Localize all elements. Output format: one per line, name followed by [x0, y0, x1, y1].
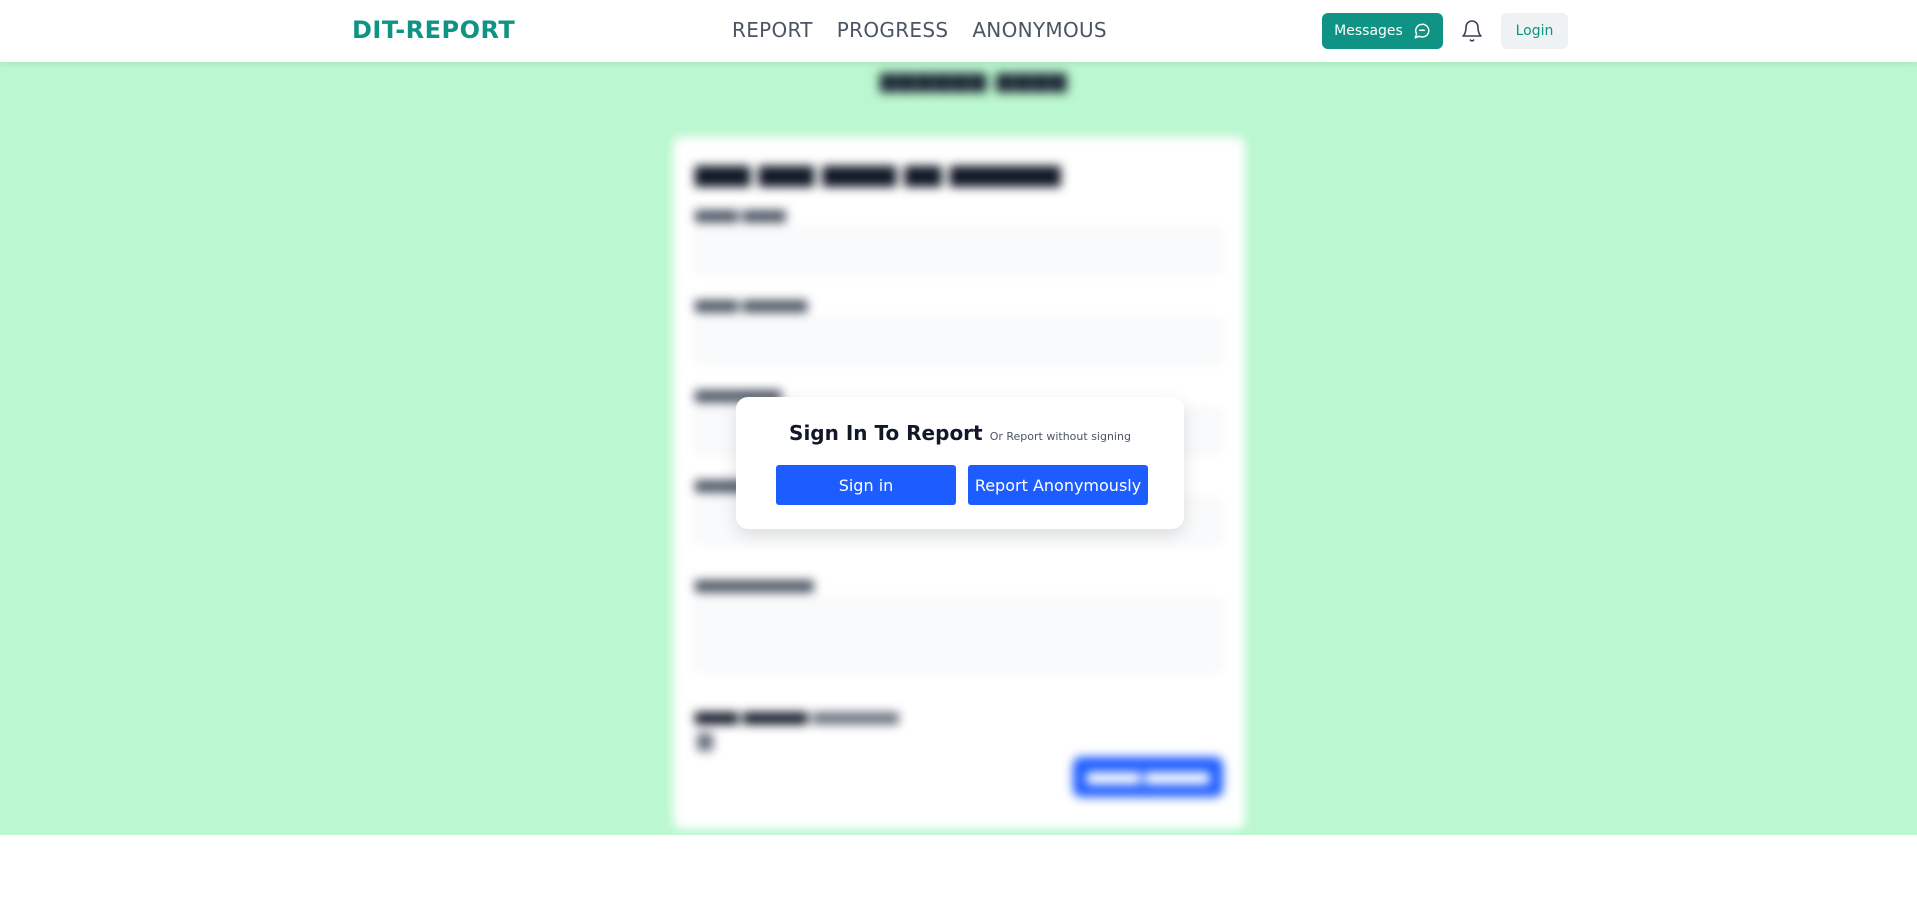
modal-header: Sign In To Report Or Report without sign…	[736, 421, 1184, 445]
messages-button[interactable]: Messages	[1322, 13, 1443, 49]
field-label-placeholder: ▆▆▆▆▆▆▆▆▆▆▆	[695, 577, 814, 593]
field-label-placeholder: ▆▆▆▆ ▆▆▆▆▆▆	[695, 297, 808, 313]
navbar: DIT-REPORT REPORT PROGRESS ANONYMOUS Mes…	[0, 0, 1917, 62]
chat-bubble-icon	[1414, 23, 1430, 39]
modal-subtitle: Or Report without signing	[989, 430, 1131, 443]
field-label-placeholder: ▆▆▆▆ ▆▆▆▆	[695, 207, 786, 223]
page-heading-placeholder: ▆▆▆▆▆▆ ▆▆▆▆	[880, 68, 1068, 93]
attachment-icon	[697, 733, 713, 751]
nav-links: REPORT PROGRESS ANONYMOUS	[732, 18, 1107, 42]
nav-link-progress[interactable]: PROGRESS	[837, 18, 949, 42]
login-button[interactable]: Login	[1501, 13, 1568, 49]
sign-in-modal: Sign In To Report Or Report without sign…	[736, 397, 1184, 529]
report-anonymously-button[interactable]: Report Anonymously	[968, 465, 1148, 505]
file-label-placeholder: ▆▆▆▆ ▆▆▆▆▆▆ ▆▆▆▆▆▆▆▆	[695, 709, 899, 725]
bell-icon[interactable]	[1460, 19, 1484, 43]
nav-link-anonymous[interactable]: ANONYMOUS	[972, 18, 1107, 42]
modal-title: Sign In To Report	[789, 421, 983, 445]
brand-logo[interactable]: DIT-REPORT	[352, 16, 515, 44]
nav-link-report[interactable]: REPORT	[732, 18, 813, 42]
sign-in-button[interactable]: Sign in	[776, 465, 956, 505]
form-title-placeholder: ▆▆▆ ▆▆▆ ▆▆▆▆ ▆▆ ▆▆▆▆▆▆	[695, 159, 1061, 187]
form-textarea	[695, 599, 1221, 671]
messages-label: Messages	[1334, 23, 1403, 39]
form-field	[695, 319, 1221, 363]
form-field	[695, 229, 1221, 273]
submit-button-placeholder: ▆▆▆▆▆ ▆▆▆▆▆▆	[1073, 757, 1223, 797]
